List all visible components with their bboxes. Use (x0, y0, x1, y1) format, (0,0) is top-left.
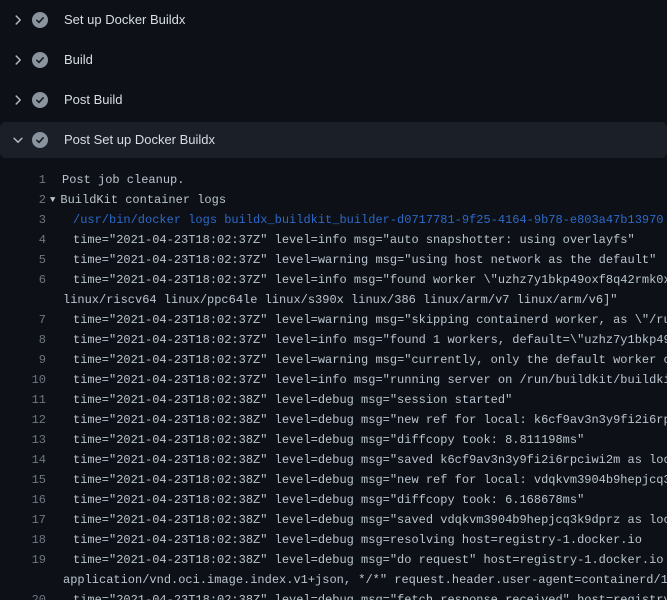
chevron-right-icon[interactable] (10, 92, 26, 108)
step-label: Post Build (64, 92, 123, 108)
log-text: ▼ BuildKit container logs (46, 190, 226, 210)
log-line: 12time="2021-04-23T18:02:38Z" level=debu… (0, 410, 667, 430)
line-number[interactable]: 7 (0, 310, 46, 330)
log-line: 13time="2021-04-23T18:02:38Z" level=debu… (0, 430, 667, 450)
line-number[interactable]: 9 (0, 350, 46, 370)
log-text: Post job cleanup. (46, 170, 184, 190)
log-line: 15time="2021-04-23T18:02:38Z" level=debu… (0, 470, 667, 490)
log-line: 3/usr/bin/docker logs buildx_buildkit_bu… (0, 210, 667, 230)
log-text: time="2021-04-23T18:02:37Z" level=warnin… (46, 310, 667, 330)
chevron-right-icon[interactable] (10, 52, 26, 68)
log-text: time="2021-04-23T18:02:38Z" level=debug … (46, 530, 642, 550)
log-line: 6time="2021-04-23T18:02:37Z" level=info … (0, 270, 667, 290)
log-text: linux/riscv64 linux/ppc64le linux/s390x … (46, 290, 618, 310)
line-number[interactable]: 6 (0, 270, 46, 290)
check-circle-icon (32, 52, 48, 68)
log-line: 16time="2021-04-23T18:02:38Z" level=debu… (0, 490, 667, 510)
step-header-post-build[interactable]: Post Build (0, 80, 667, 120)
log-line: 4time="2021-04-23T18:02:37Z" level=info … (0, 230, 667, 250)
chevron-down-icon[interactable] (10, 132, 26, 148)
log-line: 18time="2021-04-23T18:02:38Z" level=debu… (0, 530, 667, 550)
log-text: time="2021-04-23T18:02:38Z" level=debug … (46, 450, 667, 470)
log-text: time="2021-04-23T18:02:37Z" level=info m… (46, 230, 635, 250)
line-number[interactable]: 8 (0, 330, 46, 350)
line-number[interactable]: 10 (0, 370, 46, 390)
line-number[interactable]: 4 (0, 230, 46, 250)
line-number[interactable]: 5 (0, 250, 46, 270)
log-line: 11time="2021-04-23T18:02:38Z" level=debu… (0, 390, 667, 410)
check-circle-icon (32, 12, 48, 28)
log-viewer: 1Post job cleanup.2 ▼ BuildKit container l… (0, 160, 667, 600)
log-text: time="2021-04-23T18:02:37Z" level=info m… (46, 270, 667, 290)
steps-list: Set up Docker Buildx Build Post Build Post … (0, 0, 667, 158)
chevron-right-icon[interactable] (10, 12, 26, 28)
line-number[interactable]: 2 (0, 190, 46, 210)
log-line: 9time="2021-04-23T18:02:37Z" level=warni… (0, 350, 667, 370)
line-number[interactable]: 17 (0, 510, 46, 530)
step-header-set-up-docker-buildx[interactable]: Set up Docker Buildx (0, 0, 667, 40)
check-circle-icon (32, 92, 48, 108)
log-line: 2 ▼ BuildKit container logs (0, 190, 667, 210)
log-line: application/vnd.oci.image.index.v1+json,… (0, 570, 667, 590)
log-line: 8time="2021-04-23T18:02:37Z" level=info … (0, 330, 667, 350)
log-text: application/vnd.oci.image.index.v1+json,… (46, 570, 667, 590)
line-number[interactable]: 19 (0, 550, 46, 570)
line-number[interactable]: 14 (0, 450, 46, 470)
log-text: time="2021-04-23T18:02:38Z" level=debug … (46, 590, 667, 600)
line-number (0, 570, 46, 590)
log-line: 14time="2021-04-23T18:02:38Z" level=debu… (0, 450, 667, 470)
line-number[interactable]: 18 (0, 530, 46, 550)
log-line: 5time="2021-04-23T18:02:37Z" level=warni… (0, 250, 667, 270)
group-collapse-toggle-icon[interactable]: ▼ (50, 195, 55, 205)
step-label: Build (64, 52, 93, 68)
line-number (0, 290, 46, 310)
line-number[interactable]: 13 (0, 430, 46, 450)
check-circle-icon (32, 132, 48, 148)
line-number[interactable]: 15 (0, 470, 46, 490)
log-line: 19time="2021-04-23T18:02:38Z" level=debu… (0, 550, 667, 570)
line-number[interactable]: 20 (0, 590, 46, 600)
log-text: time="2021-04-23T18:02:37Z" level=info m… (46, 370, 667, 390)
line-number[interactable]: 16 (0, 490, 46, 510)
log-text: time="2021-04-23T18:02:38Z" level=debug … (46, 550, 667, 570)
log-line: 1Post job cleanup. (0, 170, 667, 190)
log-text: time="2021-04-23T18:02:37Z" level=info m… (46, 330, 667, 350)
log-text: time="2021-04-23T18:02:38Z" level=debug … (46, 490, 584, 510)
log-line: 17time="2021-04-23T18:02:38Z" level=debu… (0, 510, 667, 530)
group-title: BuildKit container logs (60, 193, 226, 207)
log-text: time="2021-04-23T18:02:38Z" level=debug … (46, 410, 667, 430)
log-text: time="2021-04-23T18:02:38Z" level=debug … (46, 390, 512, 410)
log-text: time="2021-04-23T18:02:37Z" level=warnin… (46, 350, 667, 370)
log-text: time="2021-04-23T18:02:37Z" level=warnin… (46, 250, 656, 270)
step-header-build[interactable]: Build (0, 40, 667, 80)
step-label: Set up Docker Buildx (64, 12, 185, 28)
line-number[interactable]: 1 (0, 170, 46, 190)
log-text: time="2021-04-23T18:02:38Z" level=debug … (46, 510, 667, 530)
line-number[interactable]: 12 (0, 410, 46, 430)
log-line: 7time="2021-04-23T18:02:37Z" level=warni… (0, 310, 667, 330)
log-line: 20time="2021-04-23T18:02:38Z" level=debu… (0, 590, 667, 600)
step-header-post-set-up-docker-buildx[interactable]: Post Set up Docker Buildx (0, 122, 667, 158)
log-command-text: /usr/bin/docker logs buildx_buildkit_bui… (46, 210, 664, 230)
log-text: time="2021-04-23T18:02:38Z" level=debug … (46, 430, 584, 450)
log-line: 10time="2021-04-23T18:02:37Z" level=info… (0, 370, 667, 390)
log-text: time="2021-04-23T18:02:38Z" level=debug … (46, 470, 667, 490)
step-label: Post Set up Docker Buildx (64, 132, 215, 148)
line-number[interactable]: 3 (0, 210, 46, 230)
log-line: linux/riscv64 linux/ppc64le linux/s390x … (0, 290, 667, 310)
line-number[interactable]: 11 (0, 390, 46, 410)
